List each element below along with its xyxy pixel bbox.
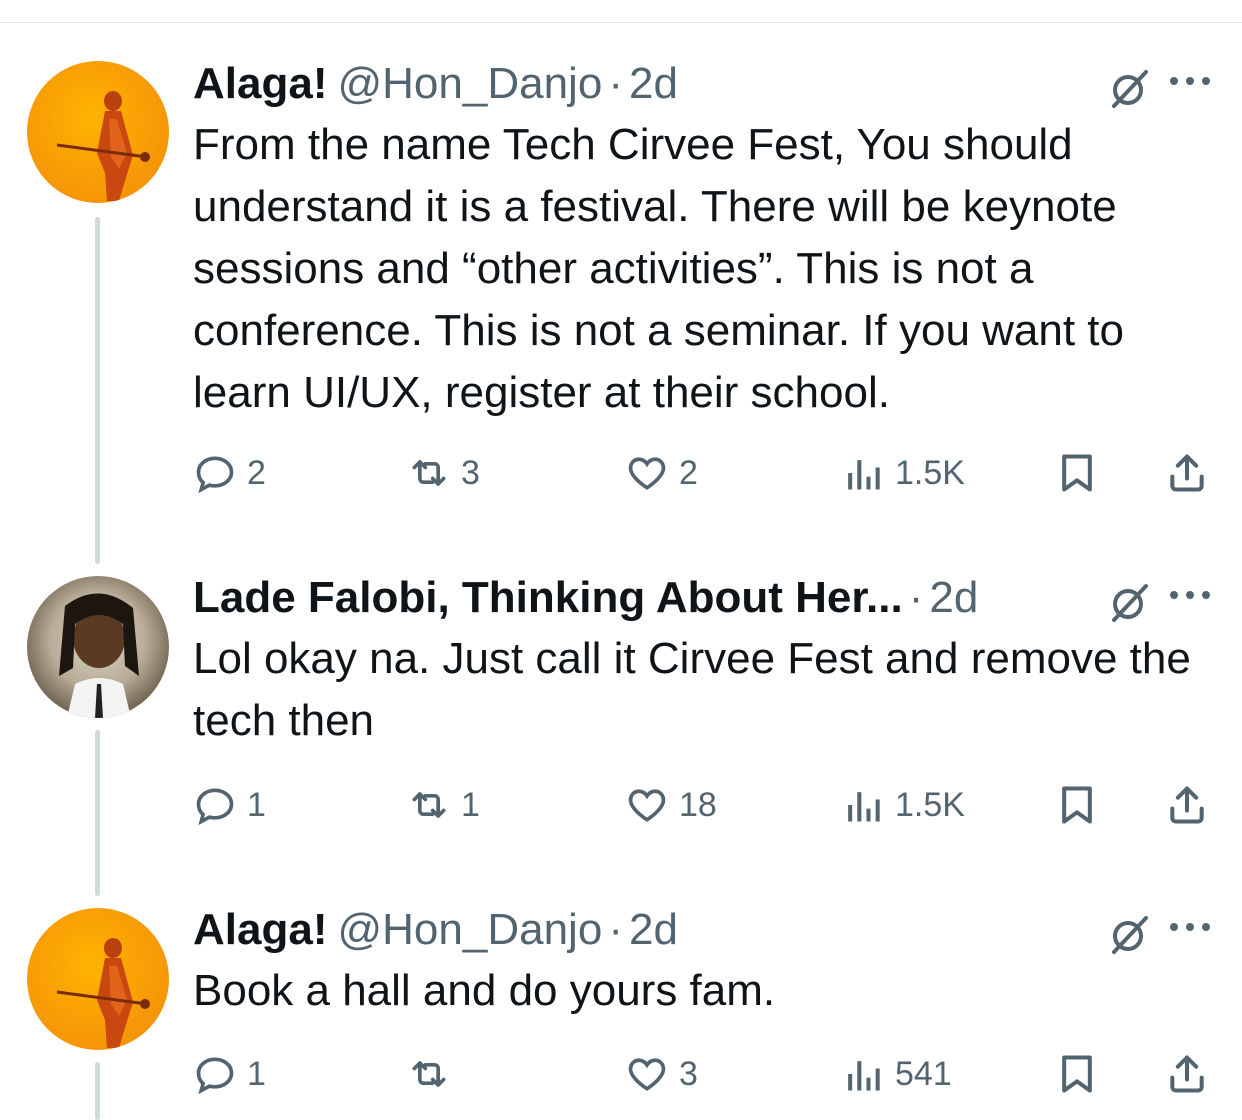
- share-button[interactable]: [1165, 443, 1209, 503]
- repost-count: 1: [461, 785, 480, 824]
- views-button[interactable]: 1.5K: [841, 775, 965, 835]
- display-name[interactable]: Alaga!: [193, 905, 327, 954]
- reply-count: 1: [247, 1054, 266, 1093]
- views-button[interactable]: 541: [841, 1044, 952, 1104]
- views-button[interactable]: 1.5K: [841, 443, 965, 503]
- like-icon: [628, 457, 666, 490]
- bookmark-button[interactable]: [1055, 775, 1099, 835]
- grok-icon[interactable]: [1106, 64, 1154, 112]
- like-icon: [628, 789, 666, 822]
- avatar[interactable]: [27, 908, 169, 1050]
- repost-button[interactable]: [407, 1044, 461, 1104]
- repost-button[interactable]: 1: [407, 775, 480, 835]
- reply-count: 1: [247, 785, 266, 824]
- repost-icon: [412, 1061, 446, 1087]
- like-count: 18: [679, 785, 717, 824]
- display-name[interactable]: Lade Falobi, Thinking About Her...: [193, 573, 903, 622]
- user-handle[interactable]: @Hon_Danjo: [337, 905, 602, 954]
- bookmark-icon: [1062, 1055, 1092, 1093]
- action-bar: 2 3 2 1.5K: [193, 443, 1213, 503]
- views-icon: [848, 460, 880, 490]
- like-icon: [628, 1058, 666, 1091]
- timestamp[interactable]: 2d: [929, 573, 978, 622]
- reply-button[interactable]: 1: [193, 775, 266, 835]
- action-bar: 1 1 18 1.5K: [193, 775, 1213, 835]
- thread-line: [95, 1062, 100, 1120]
- views-icon: [848, 1061, 880, 1091]
- like-button[interactable]: 3: [625, 1044, 698, 1104]
- tweet-text: From the name Tech Cirvee Fest, You shou…: [193, 120, 1125, 417]
- tweet-header: Alaga! @Hon_Danjo · 2d: [193, 900, 1212, 960]
- share-button[interactable]: [1165, 1044, 1209, 1104]
- share-icon: [1170, 786, 1204, 824]
- views-icon: [848, 792, 880, 822]
- views-count: 541: [895, 1054, 952, 1093]
- repost-icon: [412, 792, 446, 818]
- reply-icon: [196, 788, 234, 826]
- bookmark-button[interactable]: [1055, 1044, 1099, 1104]
- more-icon[interactable]: [1168, 68, 1212, 94]
- share-icon: [1170, 454, 1204, 492]
- separator-dot: ·: [608, 59, 623, 108]
- repost-count: 3: [461, 453, 480, 492]
- views-count: 1.5K: [895, 785, 965, 824]
- reply-icon: [196, 456, 234, 494]
- separator-dot: ·: [908, 573, 924, 622]
- like-button[interactable]: 2: [625, 443, 698, 503]
- user-handle[interactable]: @Hon_Danjo: [337, 59, 602, 108]
- action-bar: 1 3 541: [193, 1044, 1213, 1104]
- more-icon[interactable]: [1168, 914, 1212, 940]
- repost-button[interactable]: 3: [407, 443, 480, 503]
- like-count: 3: [679, 1054, 698, 1093]
- like-count: 2: [679, 453, 698, 492]
- separator-dot: ·: [608, 905, 623, 954]
- timestamp[interactable]: 2d: [629, 59, 678, 108]
- timestamp[interactable]: 2d: [629, 905, 678, 954]
- tweet-header: Lade Falobi, Thinking About Her... · 2d: [193, 568, 1212, 628]
- thread-line: [95, 730, 100, 896]
- share-icon: [1170, 1055, 1204, 1093]
- bookmark-icon: [1062, 786, 1092, 824]
- thread-line: [95, 217, 100, 564]
- reply-button[interactable]: 1: [193, 1044, 266, 1104]
- display-name[interactable]: Alaga!: [193, 59, 327, 108]
- more-icon[interactable]: [1168, 582, 1212, 608]
- reply-button[interactable]: 2: [193, 443, 266, 503]
- bookmark-button[interactable]: [1055, 443, 1099, 503]
- reply-count: 2: [247, 453, 266, 492]
- top-divider: [0, 22, 1242, 23]
- grok-icon[interactable]: [1106, 910, 1154, 958]
- share-button[interactable]: [1165, 775, 1209, 835]
- like-button[interactable]: 18: [625, 775, 717, 835]
- tweet-text: Book a hall and do yours fam.: [193, 966, 776, 1015]
- tweet-header: Alaga! @Hon_Danjo · 2d: [193, 54, 1212, 114]
- avatar[interactable]: [27, 576, 169, 718]
- bookmark-icon: [1062, 454, 1092, 492]
- avatar[interactable]: [27, 61, 169, 203]
- repost-icon: [412, 460, 446, 486]
- reply-icon: [196, 1057, 234, 1095]
- grok-icon[interactable]: [1106, 578, 1154, 626]
- views-count: 1.5K: [895, 453, 965, 492]
- tweet-text: Lol okay na. Just call it Cirvee Fest an…: [193, 634, 1191, 745]
